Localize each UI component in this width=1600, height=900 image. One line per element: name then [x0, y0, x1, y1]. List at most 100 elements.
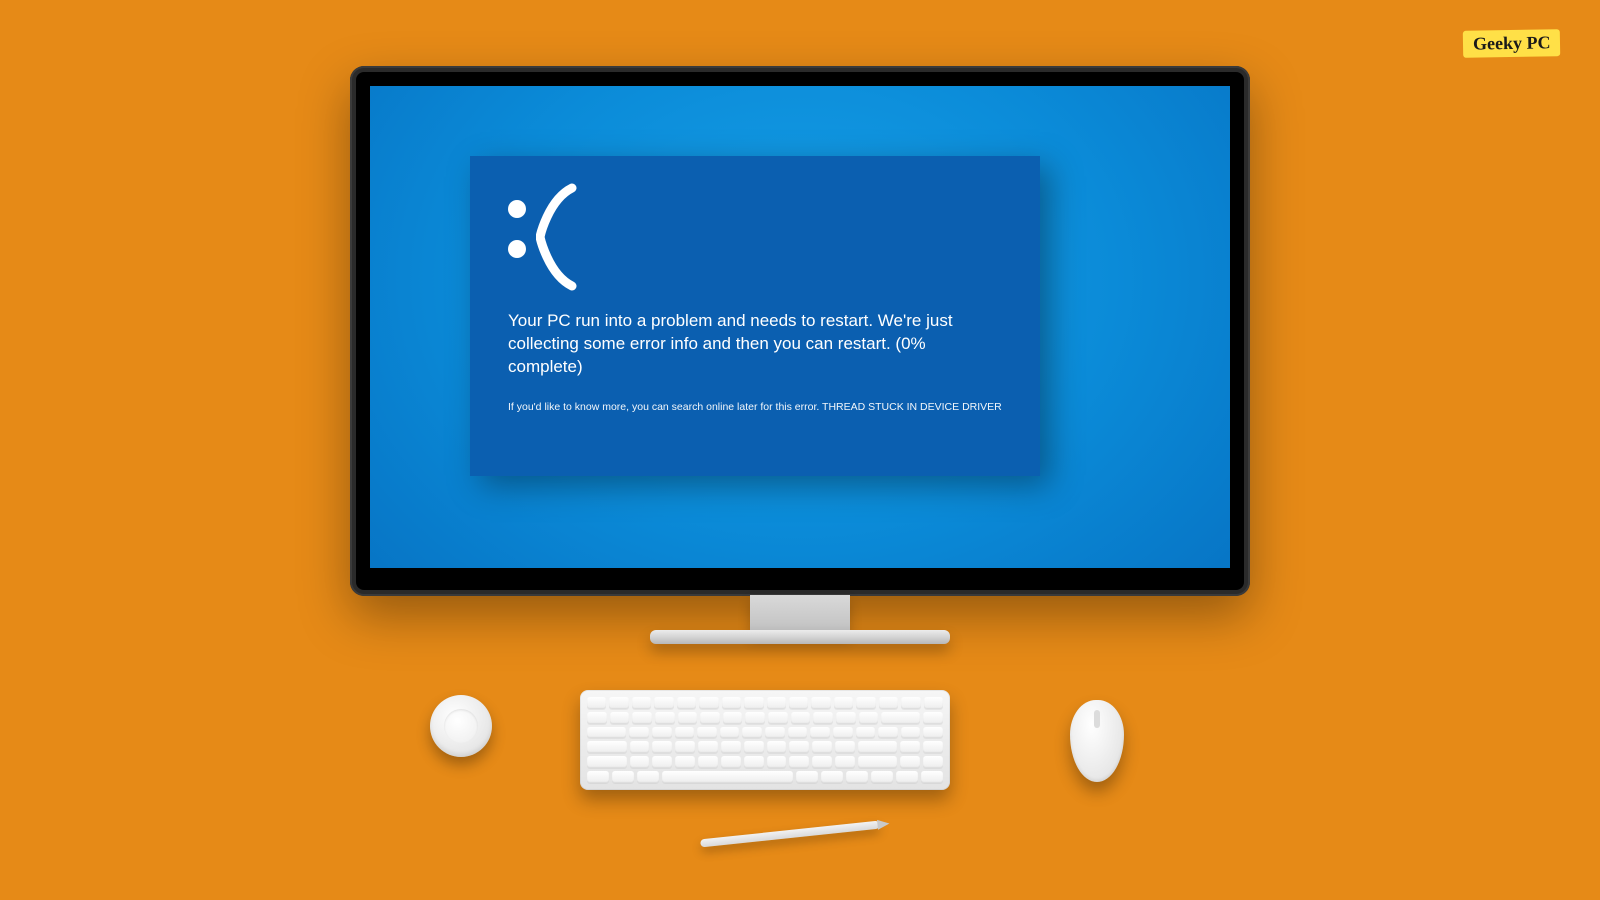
key — [654, 697, 673, 709]
key — [587, 727, 626, 739]
stylus-pen — [700, 821, 880, 848]
key — [744, 756, 764, 768]
key — [632, 712, 652, 724]
key — [722, 697, 741, 709]
key — [652, 756, 672, 768]
key — [632, 697, 651, 709]
key — [924, 697, 943, 709]
key — [878, 727, 898, 739]
watermark-text: Geeky PC — [1472, 32, 1550, 53]
key — [745, 712, 765, 724]
keyboard-row — [587, 756, 943, 768]
keyboard — [580, 690, 950, 790]
key — [791, 712, 811, 724]
key — [652, 741, 672, 753]
key — [921, 771, 943, 783]
watermark-badge: Geeky PC — [1462, 29, 1560, 58]
keyboard-row — [587, 697, 943, 709]
key — [744, 741, 764, 753]
keyboard-row — [587, 771, 943, 783]
eye-dot — [508, 200, 526, 218]
key — [655, 712, 675, 724]
key — [901, 697, 920, 709]
key — [879, 697, 898, 709]
key — [836, 712, 856, 724]
keyboard-row — [587, 727, 943, 739]
monitor-stand-base — [650, 630, 950, 644]
key — [923, 741, 943, 753]
key — [900, 741, 920, 753]
monitor-bezel: Your PC run into a problem and needs to … — [356, 72, 1244, 590]
key — [811, 697, 830, 709]
spacebar-key — [662, 771, 794, 783]
key — [813, 712, 833, 724]
key — [833, 727, 853, 739]
key — [767, 741, 787, 753]
key — [812, 756, 832, 768]
key — [677, 697, 696, 709]
key — [789, 756, 809, 768]
key — [796, 771, 818, 783]
key — [587, 756, 627, 768]
key — [846, 771, 868, 783]
key — [612, 771, 634, 783]
desktop-screen: Your PC run into a problem and needs to … — [370, 86, 1230, 568]
mouse — [1070, 700, 1124, 782]
key — [587, 771, 609, 783]
keyboard-row — [587, 712, 943, 724]
key — [834, 697, 853, 709]
key — [699, 697, 718, 709]
key — [871, 771, 893, 783]
key — [923, 727, 943, 739]
bsod-message: Your PC run into a problem and needs to … — [508, 310, 988, 379]
eye-dot — [508, 240, 526, 258]
key — [587, 712, 607, 724]
key — [788, 727, 808, 739]
key — [721, 756, 741, 768]
keyboard-row — [587, 741, 943, 753]
key — [630, 741, 650, 753]
key — [881, 712, 920, 724]
key — [675, 756, 695, 768]
bsod-panel: Your PC run into a problem and needs to … — [470, 156, 1040, 476]
bsod-more-info: If you'd like to know more, you can sear… — [508, 401, 1002, 415]
key — [767, 756, 787, 768]
key — [652, 727, 672, 739]
key — [765, 727, 785, 739]
key — [698, 741, 718, 753]
key — [610, 712, 630, 724]
key — [858, 741, 898, 753]
key — [768, 712, 788, 724]
monitor-stand-neck — [750, 595, 850, 635]
key — [675, 741, 695, 753]
key — [742, 727, 762, 739]
key — [835, 741, 855, 753]
key — [789, 741, 809, 753]
key — [923, 756, 943, 768]
sad-face-eyes — [508, 200, 526, 258]
key — [630, 756, 650, 768]
key — [810, 727, 830, 739]
surface-dial — [430, 695, 492, 757]
key — [675, 727, 695, 739]
key — [858, 756, 898, 768]
key — [637, 771, 659, 783]
key — [720, 727, 740, 739]
sad-face-icon — [508, 182, 1002, 292]
key — [835, 756, 855, 768]
key — [856, 697, 875, 709]
key — [629, 727, 649, 739]
key — [698, 756, 718, 768]
key — [821, 771, 843, 783]
key — [678, 712, 698, 724]
monitor-frame: Your PC run into a problem and needs to … — [350, 66, 1250, 596]
key — [587, 697, 606, 709]
key — [697, 727, 717, 739]
key — [856, 727, 876, 739]
key — [609, 697, 628, 709]
key — [723, 712, 743, 724]
key — [812, 741, 832, 753]
key — [767, 697, 786, 709]
key — [900, 756, 920, 768]
key — [896, 771, 918, 783]
